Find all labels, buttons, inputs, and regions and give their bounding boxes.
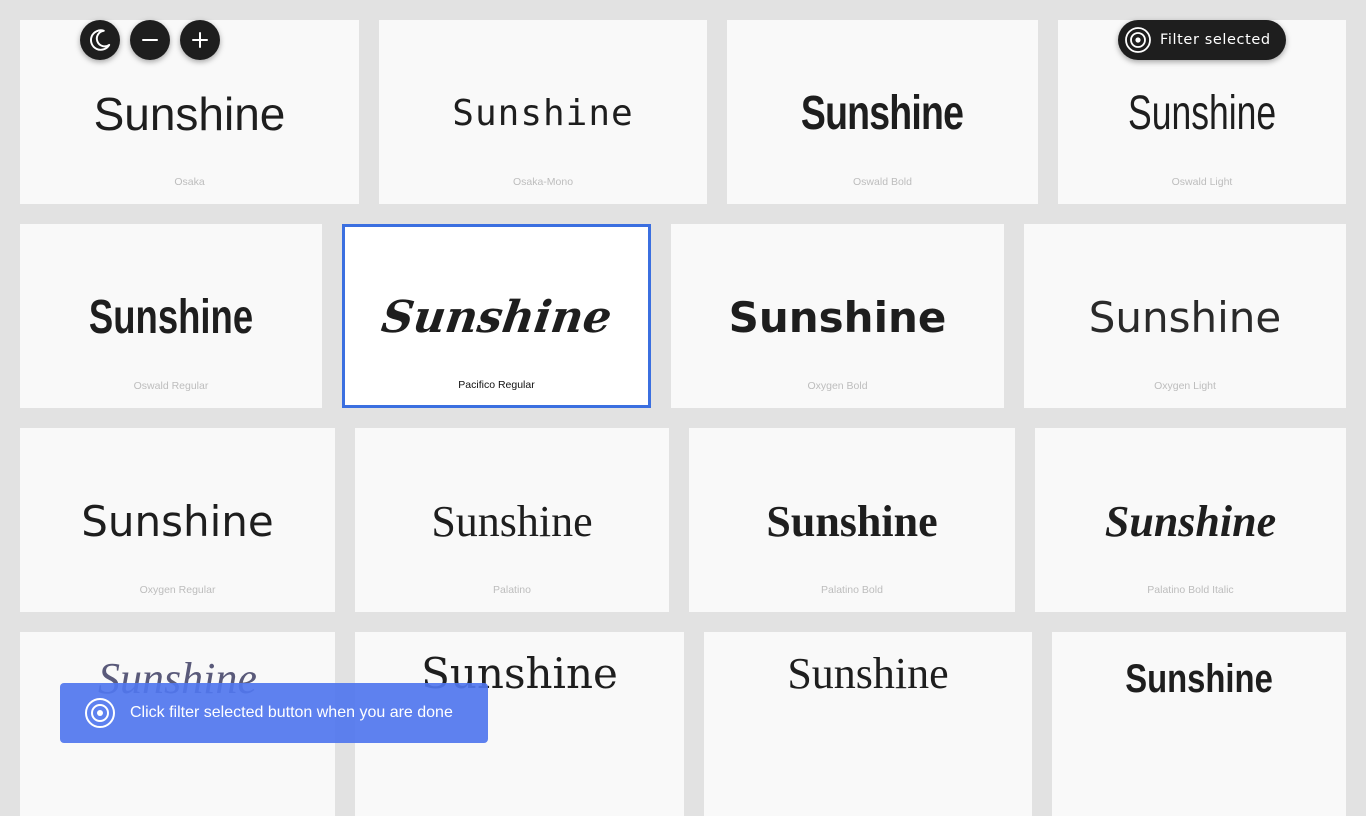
font-name: Oswald Regular (133, 380, 209, 392)
font-card-oxygen-bold[interactable]: Sunshine Oxygen Bold (671, 224, 1004, 408)
target-icon (85, 698, 115, 728)
font-name: Oswald Bold (853, 176, 912, 188)
font-sample: Sunshine (787, 649, 949, 698)
plus-icon (192, 32, 208, 48)
font-card-oswald-regular[interactable]: Sunshine Oswald Regular (20, 224, 322, 408)
font-card-pacifico-regular[interactable]: Sunshine Pacifico Regular (342, 224, 651, 408)
font-name: Osaka (174, 176, 205, 188)
font-card-palatino-bold-italic[interactable]: Sunshine Palatino Bold Italic (1035, 428, 1346, 612)
font-sample: Sunshine (378, 292, 615, 343)
font-sample: Sunshine (452, 93, 634, 134)
font-sample: Sunshine (1127, 87, 1277, 140)
filter-selected-button[interactable]: Filter selected (1118, 20, 1286, 60)
font-sample: Sunshine (88, 291, 254, 344)
font-card-palatino[interactable]: Sunshine Palatino (355, 428, 669, 612)
font-name: Oxygen Light (1154, 380, 1216, 392)
font-sample: Sunshine (728, 293, 947, 342)
font-card-palatino-bold[interactable]: Sunshine Palatino Bold (689, 428, 1015, 612)
font-sample: Sunshine (81, 497, 274, 546)
moon-icon (90, 29, 111, 51)
font-card-osaka-mono[interactable]: Sunshine Osaka-Mono (379, 20, 707, 204)
font-sample: Sunshine (431, 497, 593, 546)
target-icon (1125, 27, 1151, 53)
instruction-toast: Click filter selected button when you ar… (60, 683, 488, 743)
dark-mode-button[interactable] (80, 20, 120, 60)
filter-selected-label: Filter selected (1160, 32, 1271, 48)
font-sample: Sunshine (801, 87, 964, 140)
font-name: Oxygen Bold (807, 380, 868, 392)
font-name: Palatino (493, 584, 531, 596)
font-card-oswald-bold[interactable]: Sunshine Oswald Bold (727, 20, 1038, 204)
font-card-oxygen-light[interactable]: Sunshine Oxygen Light (1024, 224, 1346, 408)
font-name: Palatino Bold Italic (1147, 584, 1234, 596)
font-sample: Sunshine (1088, 293, 1282, 342)
font-sample: Sunshine (93, 88, 286, 140)
font-card-row4-4[interactable]: Sunshine (1052, 632, 1346, 816)
font-name: Palatino Bold (821, 584, 883, 596)
font-sample: Sunshine (766, 497, 938, 546)
font-card-row4-3[interactable]: Sunshine (704, 632, 1032, 816)
minus-icon (142, 39, 158, 41)
font-sample: Sunshine (1125, 657, 1273, 701)
font-name: Oswald Light (1171, 176, 1233, 188)
toast-message: Click filter selected button when you ar… (130, 704, 453, 721)
font-name: Oxygen Regular (139, 584, 216, 596)
zoom-in-button[interactable] (180, 20, 220, 60)
zoom-out-button[interactable] (130, 20, 170, 60)
font-name: Pacifico Regular (458, 379, 535, 391)
font-card-oxygen-regular[interactable]: Sunshine Oxygen Regular (20, 428, 335, 612)
font-sample: Sunshine (1104, 497, 1277, 546)
font-name: Osaka-Mono (512, 176, 574, 188)
